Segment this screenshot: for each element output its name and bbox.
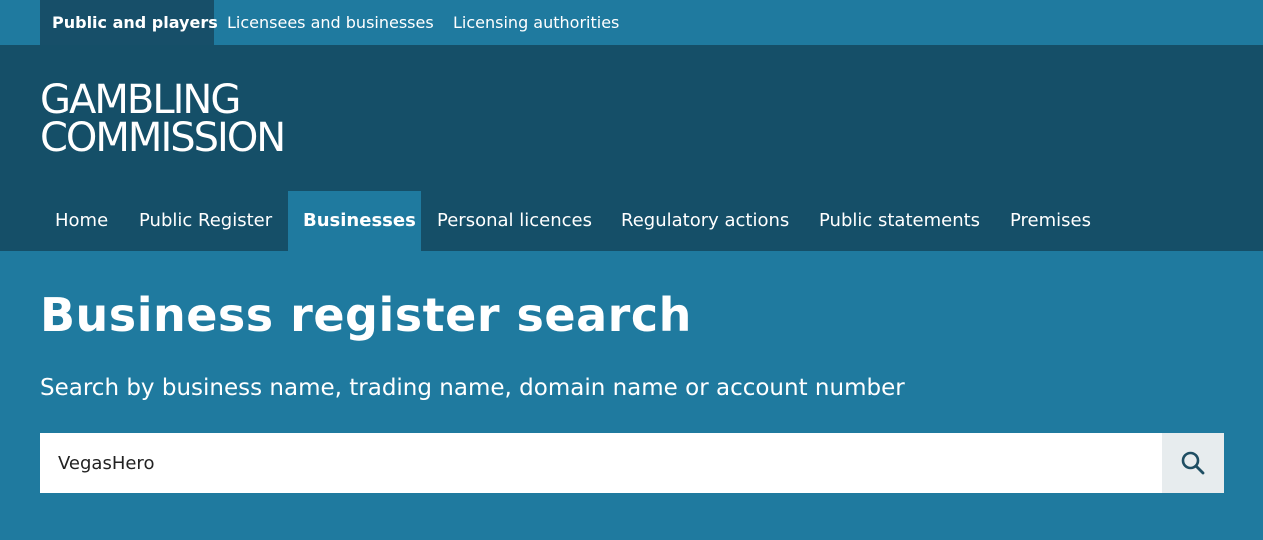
search-icon (1180, 450, 1206, 476)
nav-item-regulatory-actions[interactable]: Regulatory actions (621, 191, 789, 251)
nav-item-personal-licences[interactable]: Personal licences (437, 191, 592, 251)
gambling-commission-logo[interactable]: GAMBLING COMMISSION (40, 77, 286, 161)
audience-tab-licensing-authorities[interactable]: Licensing authorities (453, 0, 619, 45)
nav-item-businesses[interactable]: Businesses (288, 191, 421, 251)
nav-item-public-register[interactable]: Public Register (139, 191, 272, 251)
site-header: GAMBLING COMMISSION Home Public Register… (0, 45, 1263, 251)
nav-item-premises[interactable]: Premises (1010, 191, 1091, 251)
nav-item-public-statements[interactable]: Public statements (819, 191, 980, 251)
logo-line-1: GAMBLING (40, 77, 241, 123)
page-title: Business register search (40, 288, 692, 342)
audience-nav: Public and players Licensees and busines… (0, 0, 1263, 45)
nav-item-home[interactable]: Home (55, 191, 108, 251)
search-bar (40, 433, 1224, 493)
search-button[interactable] (1162, 433, 1224, 493)
audience-tab-licensees-and-businesses[interactable]: Licensees and businesses (227, 0, 434, 45)
search-input[interactable] (40, 433, 1162, 493)
logo-line-2: COMMISSION (40, 115, 286, 161)
search-hint: Search by business name, trading name, d… (40, 375, 905, 401)
main-content: Business register search Search by busin… (0, 251, 1263, 540)
audience-tab-public-and-players[interactable]: Public and players (40, 0, 218, 45)
